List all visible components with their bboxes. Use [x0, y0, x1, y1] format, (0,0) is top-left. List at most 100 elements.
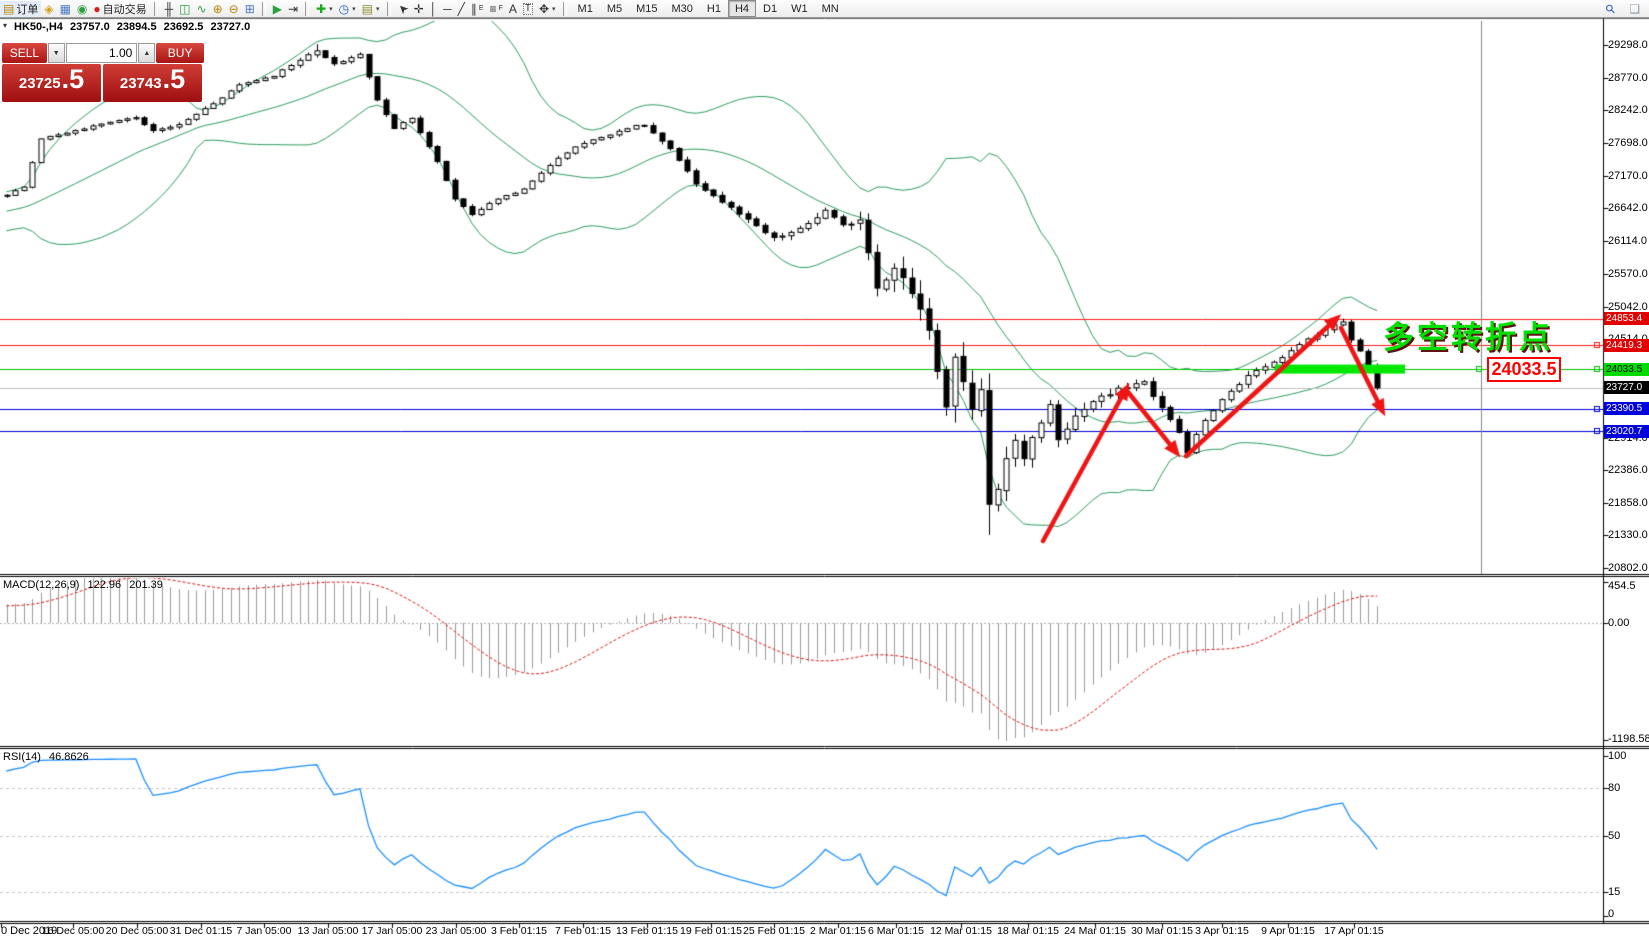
templates-icon: ▤ [361, 1, 373, 16]
chart-shift-icon: ⇥ [288, 1, 299, 16]
zoom-out-icon: ⊖ [228, 1, 239, 16]
price-callout-label: 24033.5 [1487, 357, 1561, 382]
channel-icon[interactable]: ∥ E [468, 1, 487, 17]
candlestick-chart-icon: ◫ [179, 1, 191, 16]
bar-chart-icon[interactable]: ╫ [162, 1, 177, 17]
bar-chart-icon: ╫ [164, 1, 174, 16]
main-toolbar: ▤ 订单 ◈ ▦ ◉ ● 自动交易 ╫ ◫ ∿ ⊕ ⊖ ⊞ ▶ ⇥ ✚ ▾ ◷ ▾ ▤ ▾ ➤ ✛ │ ─ ╱ ∥ E ≡ F A T ✥ ▾ M1… [0, 0, 1649, 18]
chat-icon[interactable]: ❏ [1626, 1, 1643, 17]
indicators-icon-dropdown[interactable]: ▾ [329, 5, 333, 13]
crosshair-icon: ✛ [413, 1, 424, 16]
cursor-icon: ➤ [394, 0, 412, 18]
toolbar-separator [153, 1, 158, 16]
timeframe-m1-button[interactable]: M1 [571, 0, 600, 17]
arrows-icon[interactable]: ✥ ▾ [536, 1, 559, 17]
trading-platform-window: { "toolbar": { "groups": [ {"items": [ {… [0, 0, 1649, 943]
macd-main-value: 122.96 [87, 579, 122, 591]
chart-shift-icon[interactable]: ⇥ [285, 1, 301, 17]
templates-icon-dropdown[interactable]: ▾ [376, 5, 380, 13]
periods-icon-dropdown[interactable]: ▾ [352, 5, 356, 13]
tile-windows-icon: ⊞ [244, 1, 255, 16]
symbol-header: HK50-,H4 23757.0 23894.5 23692.5 23727.0 [14, 21, 254, 33]
line-chart-icon: ∿ [196, 1, 207, 16]
ohlc-open: 23757.0 [69, 21, 110, 33]
symbol-name: HK50-,H4 [14, 21, 63, 33]
toolbar-right: ⚲ ❏ [1603, 0, 1649, 17]
candlestick-chart-icon[interactable]: ◫ [176, 1, 193, 17]
rsi-label: RSI(14) [3, 751, 41, 763]
fibonacci-icon: ≡ [489, 1, 497, 16]
signals-icon[interactable]: ◉ [74, 1, 90, 17]
text-icon: A [508, 1, 517, 16]
volume-increase-button[interactable]: ▲ [138, 43, 156, 63]
time-axis[interactable] [0, 923, 1603, 943]
new-order-button: ▤ [3, 1, 15, 16]
ohlc-close: 23727.0 [210, 21, 251, 33]
sell-price-button[interactable]: 23725 .5 [2, 64, 101, 102]
timeframe-m15-button[interactable]: M15 [629, 0, 664, 17]
fibonacci-icon[interactable]: ≡ F [487, 1, 506, 17]
macd-header: MACD(12,26,9) 122.96 201.39 [3, 579, 168, 591]
buy-button[interactable]: BUY [156, 43, 205, 63]
toolbar-separator [562, 1, 567, 16]
buy-price-button[interactable]: 23743 .5 [103, 64, 202, 102]
chart-window-icon[interactable]: ▦ [57, 1, 74, 17]
sell-button[interactable]: SELL [2, 43, 47, 63]
indicators-icon: ✚ [316, 1, 327, 16]
vertical-line-icon[interactable]: │ [427, 1, 441, 17]
rsi-header: RSI(14) 46.8626 [3, 751, 94, 763]
templates-icon[interactable]: ▤ ▾ [359, 1, 383, 17]
trendline-icon: ╱ [457, 1, 465, 16]
channel-icon: ∥ [470, 1, 477, 16]
macd-signal-value: 201.39 [129, 579, 163, 591]
zoom-out-icon[interactable]: ⊖ [226, 1, 242, 17]
buy-price-main: 23743 [119, 75, 162, 92]
line-chart-icon[interactable]: ∿ [194, 1, 210, 17]
signals-icon: ◉ [76, 1, 88, 16]
one-click-trade-panel: SELL ▼ 1.00 ▲ BUY 23725 .5 23743 .5 [2, 43, 205, 102]
chart-canvas[interactable] [0, 0, 1649, 943]
macd-label: MACD(12,26,9) [3, 579, 80, 591]
horizontal-line-icon: ─ [443, 1, 452, 16]
text-icon[interactable]: A [506, 1, 520, 17]
timeframe-m5-button[interactable]: M5 [600, 0, 629, 17]
autotrading-button[interactable]: ● 自动交易 [90, 1, 149, 17]
volume-input[interactable]: 1.00 [65, 43, 138, 63]
collapse-trade-panel-icon[interactable]: ▾ [3, 21, 7, 30]
zoom-in-icon: ⊕ [212, 1, 223, 16]
timeframe-h1-button[interactable]: H1 [700, 0, 728, 17]
tile-windows-icon[interactable]: ⊞ [242, 1, 258, 17]
label-icon[interactable]: T [520, 1, 536, 17]
auto-scroll-icon[interactable]: ▶ [270, 1, 285, 17]
rsi-value: 46.8626 [48, 751, 89, 763]
search-icon[interactable]: ⚲ [1603, 0, 1619, 16]
timeframe-d1-button[interactable]: D1 [756, 0, 784, 17]
auto-scroll-icon: ▶ [272, 1, 282, 16]
sell-price-main: 23725 [18, 75, 61, 92]
ohlc-high: 23894.5 [116, 21, 157, 33]
volume-decrease-button[interactable]: ▼ [47, 43, 65, 63]
turning-point-annotation: 多空转折点 [1383, 320, 1553, 355]
timeframe-h4-button[interactable]: H4 [727, 0, 757, 17]
price-axis[interactable] [1603, 19, 1649, 923]
arrows-icon-dropdown[interactable]: ▾ [552, 5, 556, 13]
toolbar-separator [305, 1, 310, 16]
zoom-in-icon[interactable]: ⊕ [210, 1, 226, 17]
chat-icon: ❏ [1629, 1, 1640, 16]
order-funnel-icon[interactable]: ◈ [41, 1, 56, 17]
periods-icon[interactable]: ◷ ▾ [336, 1, 359, 17]
ohlc-low: 23692.5 [163, 21, 204, 33]
timeframe-m30-button[interactable]: M30 [665, 0, 700, 17]
trendline-icon[interactable]: ╱ [455, 1, 468, 17]
timeframe-w1-button[interactable]: W1 [784, 0, 815, 17]
crosshair-icon[interactable]: ✛ [411, 1, 427, 17]
cursor-icon[interactable]: ➤ [394, 0, 412, 18]
horizontal-line-icon[interactable]: ─ [440, 1, 455, 17]
order-funnel-icon: ◈ [44, 1, 54, 16]
timeframe-mn-button[interactable]: MN [815, 0, 846, 17]
toolbar-separator [261, 1, 266, 16]
periods-icon: ◷ [338, 1, 350, 16]
new-order-button[interactable]: ▤ 订单 [0, 0, 42, 17]
label-icon: T [522, 2, 533, 15]
indicators-icon[interactable]: ✚ ▾ [313, 1, 336, 17]
